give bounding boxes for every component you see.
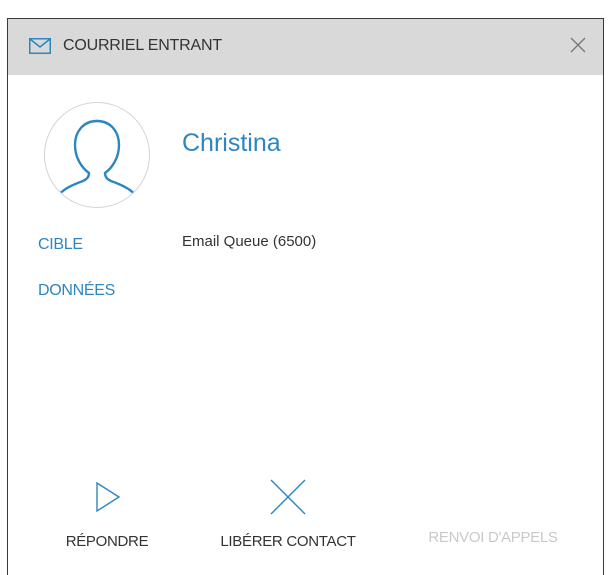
person-silhouette-icon xyxy=(51,119,143,205)
panel-title: COURRIEL ENTRANT xyxy=(63,37,222,54)
cible-label: CIBLE xyxy=(38,236,83,253)
contact-name: Christina xyxy=(182,129,281,157)
call-forward-label: RENVOI D'APPELS xyxy=(428,529,558,546)
close-icon[interactable] xyxy=(569,36,587,54)
envelope-icon xyxy=(29,38,51,54)
release-contact-button[interactable]: LIBÉRER CONTACT xyxy=(208,479,368,550)
incoming-email-panel: COURRIEL ENTRANT Christina CIBLE Email Q… xyxy=(7,18,604,575)
x-icon xyxy=(208,479,368,519)
call-forward-button[interactable]: RENVOI D'APPELS xyxy=(413,479,573,546)
donnees-link[interactable]: DONNÉES xyxy=(38,282,115,300)
contact-avatar xyxy=(44,102,150,208)
panel-header: COURRIEL ENTRANT xyxy=(8,19,603,75)
cible-value: Email Queue (6500) xyxy=(182,233,317,250)
reply-button[interactable]: RÉPONDRE xyxy=(52,479,162,550)
reply-button-label: RÉPONDRE xyxy=(65,533,149,550)
play-triangle-icon xyxy=(52,479,162,519)
release-contact-label: LIBÉRER CONTACT xyxy=(220,533,356,550)
